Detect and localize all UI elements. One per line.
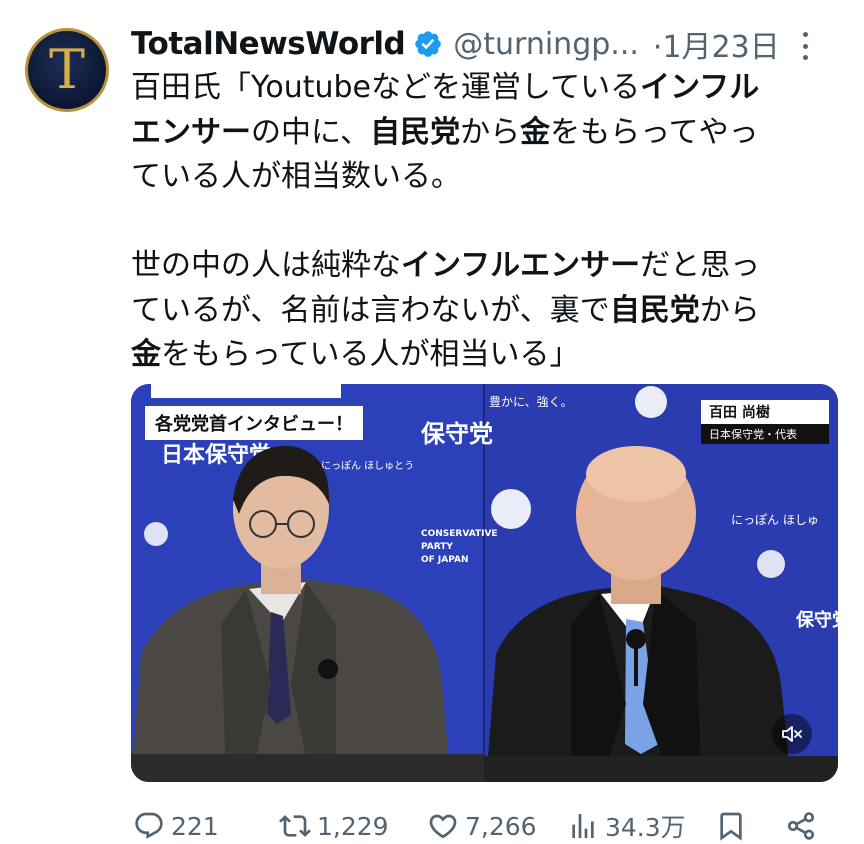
reply-count: 221: [171, 811, 219, 841]
unmute-button[interactable]: [772, 714, 812, 754]
views-chart-icon: [572, 814, 594, 838]
like-count: 7,266: [465, 811, 537, 841]
author-name[interactable]: TotalNewsWorld: [131, 26, 406, 62]
svg-text:豊かに、強く。: 豊かに、強く。: [489, 395, 573, 409]
views-button[interactable]: 34.3万: [567, 806, 686, 844]
reply-icon: [135, 812, 163, 839]
retweet-button[interactable]: 1,229: [279, 806, 389, 844]
tweet-date[interactable]: ·1月23日: [653, 22, 780, 66]
author-avatar[interactable]: T: [25, 28, 109, 112]
svg-text:保守党: 保守党: [795, 609, 838, 631]
text-line: ているが、名前は言わないが、裏で自民党から: [131, 292, 760, 328]
svg-text:CONSERVATIVE: CONSERVATIVE: [421, 529, 498, 539]
date-text: 1月23日: [662, 30, 780, 65]
retweet-count: 1,229: [317, 811, 389, 841]
tweet-video[interactable]: 日本保守党 にっぽん ほしゅとう 保守党 CONSERVATIVE PARTY …: [131, 384, 838, 782]
text-line: 世の中の人は純粋なインフルエンサーだと思っ: [131, 248, 761, 283]
svg-text:保守党: 保守党: [420, 420, 493, 448]
date-separator: ·: [652, 30, 663, 65]
bookmark-button[interactable]: [715, 806, 747, 844]
share-icon: [787, 812, 815, 840]
share-button[interactable]: [785, 806, 817, 844]
bookmark-icon: [720, 812, 742, 841]
svg-text:PARTY: PARTY: [421, 542, 453, 552]
views-count: 34.3万: [605, 813, 686, 842]
text-line: 百田氏「Youtubeなどを運営しているインフル: [131, 70, 760, 105]
more-options-icon[interactable]: [800, 32, 810, 60]
nameplate-role: 日本保守党・代表: [701, 424, 829, 444]
video-nameplate: 百田 尚樹 日本保守党・代表: [701, 400, 829, 444]
tweet-text: 百田氏「Youtubeなどを運営しているインフル エンサーの中に、自民党から金を…: [131, 66, 843, 378]
text-line: 金をもらっている人が相当いる」: [131, 337, 580, 372]
speaker-muted-icon: [782, 726, 802, 742]
tweet[interactable]: T TotalNewsWorld @turningp... ·1月23日 百田氏…: [0, 0, 864, 844]
reply-button[interactable]: 221: [133, 806, 219, 844]
text-line: ている人が相当数いる。: [131, 159, 461, 194]
text-line: エンサーの中に、自民党から金をもらってやっ: [131, 114, 759, 150]
svg-text:OF JAPAN: OF JAPAN: [421, 555, 469, 565]
nameplate-name: 百田 尚樹: [701, 400, 829, 424]
svg-text:にっぽん ほしゅ: にっぽん ほしゅ: [731, 513, 819, 527]
avatar-letter: T: [48, 38, 86, 101]
author-handle[interactable]: @turningp...: [453, 27, 639, 62]
like-button[interactable]: 7,266: [427, 806, 537, 844]
tweet-actions: 221 1,229 7,266 34.3万: [131, 806, 843, 844]
heart-icon: [429, 814, 457, 839]
tweet-header: TotalNewsWorld @turningp... ·1月23日: [131, 22, 844, 66]
video-caption: 各党党首インタビュー！: [145, 406, 363, 440]
retweet-icon: [279, 815, 311, 837]
svg-text:にっぽん ほしゅとう: にっぽん ほしゅとう: [321, 460, 414, 472]
verified-badge-icon[interactable]: [413, 29, 443, 59]
